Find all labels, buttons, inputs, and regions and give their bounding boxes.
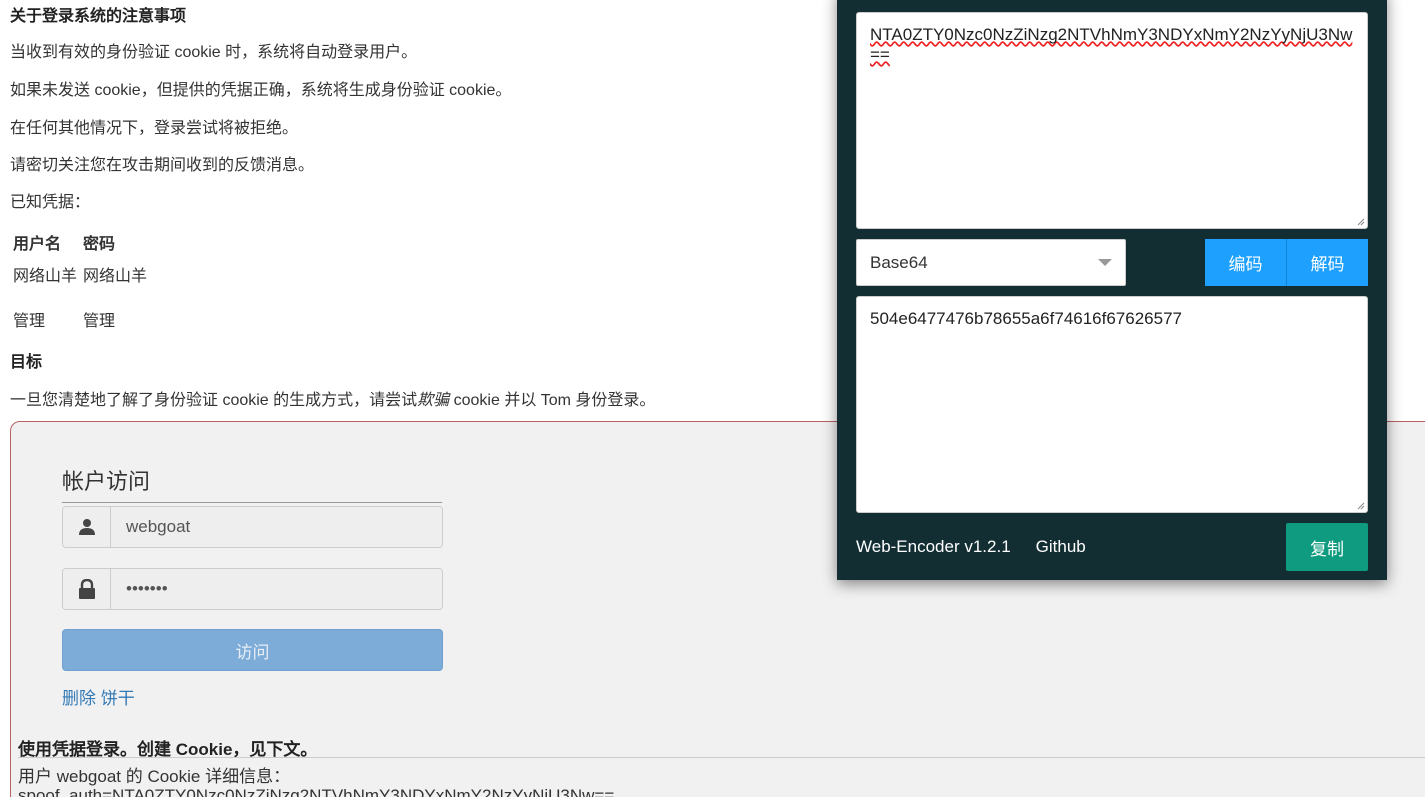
feedback-divider [18, 757, 1425, 758]
note-line-4: 请密切关注您在攻击期间收到的反馈消息。 [10, 157, 315, 174]
goal-title: 目标 [10, 354, 43, 371]
encoder-input-textarea[interactable]: NTA0ZTY0Nzc0NzZiNzg2NTVhNmY3NDYxNmY2NzYy… [856, 12, 1368, 229]
feedback-cookie: spoof_auth=NTA0ZTY0Nzc0NzZiNzg2NTVhNmY3N… [18, 786, 615, 797]
encoder-footer: Web-Encoder v1.2.1 Github [856, 537, 1086, 557]
copy-button[interactable]: 复制 [1286, 523, 1368, 571]
table-cell: 管理 [13, 313, 46, 330]
access-button[interactable]: 访问 [62, 629, 443, 671]
note-line-3: 在任何其他情况下，登录尝试将被拒绝。 [10, 120, 299, 137]
table-row: 管理 管理 [13, 301, 153, 346]
version-label: Web-Encoder v1.2.1 [856, 537, 1011, 556]
resize-grip-icon[interactable] [1355, 500, 1365, 510]
password-group [62, 568, 443, 610]
encoder-output-textarea[interactable]: 504e6477476b78655a6f74616f67626577 [856, 296, 1368, 513]
note-line-1: 当收到有效的身份验证 cookie 时，系统将自动登录用户。 [10, 44, 418, 61]
web-encoder-popup: NTA0ZTY0Nzc0NzZiNzg2NTVhNmY3NDYxNmY2NzYy… [837, 0, 1387, 580]
mode-select[interactable]: Base64 [856, 239, 1126, 286]
feedback-detail: 用户 webgoat 的 Cookie 详细信息： [18, 767, 291, 786]
password-input[interactable] [111, 569, 442, 609]
resize-grip-icon[interactable] [1355, 216, 1365, 226]
goal-text-emphasis: 欺骗 [417, 392, 450, 409]
decode-button[interactable]: 解码 [1286, 239, 1368, 286]
mode-select-value: Base64 [870, 252, 928, 272]
table-cell: 网络山羊 [83, 268, 148, 285]
encoder-input-text: NTA0ZTY0Nzc0NzZiNzg2NTVhNmY3NDYxNmY2NzYy… [870, 25, 1353, 64]
column-header-username: 用户名 [13, 236, 62, 253]
lock-icon [63, 569, 111, 609]
table-cell: 网络山羊 [13, 268, 78, 285]
username-input[interactable] [111, 507, 442, 547]
table-row: 网络山羊 网络山羊 [13, 256, 153, 301]
goal-text-prefix: 一旦您清楚地了解了身份验证 cookie 的生成方式，请尝试 [10, 392, 418, 409]
encode-button[interactable]: 编码 [1205, 239, 1286, 286]
note-line-2: 如果未发送 cookie，但提供的凭据正确，系统将生成身份验证 cookie。 [10, 82, 512, 99]
goal-text: 一旦您清楚地了解了身份验证 cookie 的生成方式，请尝试欺骗 cookie … [10, 386, 655, 410]
goal-text-suffix: cookie 并以 Tom 身份登录。 [449, 392, 656, 409]
chevron-down-icon [1098, 259, 1112, 266]
table-header-row: 用户名 密码 [13, 228, 153, 256]
github-link[interactable]: Github [1036, 537, 1086, 556]
encode-decode-buttons: 编码 解码 [1205, 239, 1368, 286]
column-header-password: 密码 [83, 236, 116, 253]
credentials-table: 用户名 密码 网络山羊 网络山羊 管理 管理 [13, 228, 153, 346]
login-title: 帐户访问 [62, 464, 442, 503]
username-group [62, 506, 443, 548]
user-icon [63, 507, 111, 547]
encoder-output-text: 504e6477476b78655a6f74616f67626577 [870, 309, 1182, 328]
delete-cookie-link[interactable]: 删除 饼干 [62, 684, 135, 709]
note-line-5: 已知凭据： [10, 194, 91, 211]
notes-title: 关于登录系统的注意事项 [10, 8, 187, 25]
table-cell: 管理 [83, 313, 116, 330]
